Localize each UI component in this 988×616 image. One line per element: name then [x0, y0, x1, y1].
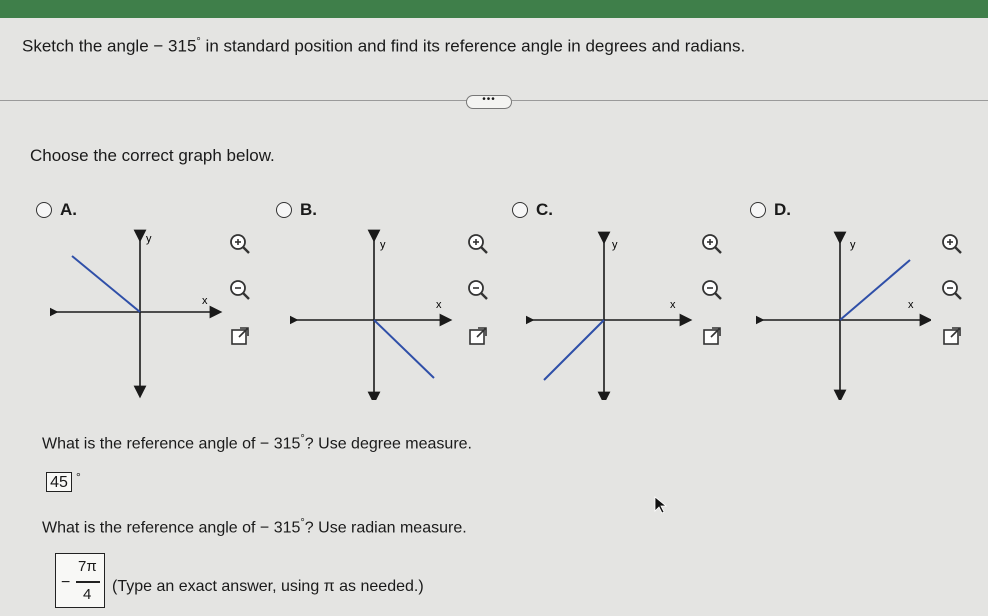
- answer-sign: −: [61, 574, 71, 591]
- radian-answer-field[interactable]: − 7π 4: [55, 553, 105, 608]
- option-c[interactable]: C.: [512, 200, 553, 220]
- popout-icon[interactable]: [940, 324, 964, 348]
- graph-c-tools: [700, 232, 724, 348]
- zoom-in-icon[interactable]: [228, 232, 252, 256]
- x-label: x: [670, 299, 676, 311]
- zoom-out-icon[interactable]: [228, 278, 252, 302]
- terminal-ray: [373, 319, 435, 379]
- radian-question: What is the reference angle of − 315°? U…: [42, 517, 467, 537]
- choose-prompt: Choose the correct graph below.: [30, 146, 275, 165]
- divider: [0, 100, 468, 101]
- answer-hint: (Type an exact answer, using π as needed…: [112, 578, 424, 595]
- question-prefix: Sketch the angle: [22, 36, 149, 56]
- y-label: y: [380, 239, 386, 251]
- y-label: y: [850, 239, 856, 251]
- degree-answer-field[interactable]: 45: [46, 472, 72, 492]
- option-b-label: B.: [300, 200, 317, 219]
- mouse-cursor-icon: [654, 496, 668, 514]
- graph-a-tools: [228, 232, 252, 348]
- answer-denominator: 4: [83, 586, 92, 603]
- divider: [512, 100, 988, 101]
- graph-c: y x: [526, 231, 693, 400]
- radio-a[interactable]: [36, 202, 52, 218]
- more-button[interactable]: •••: [466, 95, 512, 109]
- option-c-label: C.: [536, 200, 553, 219]
- popout-icon[interactable]: [466, 324, 490, 348]
- radio-b[interactable]: [276, 202, 292, 218]
- zoom-out-icon[interactable]: [700, 278, 724, 302]
- terminal-ray: [543, 319, 605, 381]
- zoom-out-icon[interactable]: [466, 278, 490, 302]
- degree-unit: °: [76, 470, 81, 484]
- option-a-label: A.: [60, 200, 77, 219]
- terminal-ray: [71, 255, 141, 313]
- graph-d: y x: [756, 231, 931, 400]
- zoom-in-icon[interactable]: [466, 232, 490, 256]
- radian-question-suffix: ? Use radian measure.: [304, 519, 467, 537]
- question-angle: − 315: [153, 36, 197, 56]
- degree-question-suffix: ? Use degree measure.: [304, 435, 472, 453]
- radian-question-angle: − 315: [259, 519, 301, 537]
- x-label: x: [202, 295, 208, 307]
- graph-b-tools: [466, 232, 490, 348]
- y-label: y: [146, 233, 152, 245]
- option-d[interactable]: D.: [750, 200, 791, 220]
- question-degree: °: [196, 36, 201, 48]
- radio-c[interactable]: [512, 202, 528, 218]
- answer-numerator: 7π: [78, 558, 97, 575]
- graph-d-tools: [940, 232, 964, 348]
- graph-a: y x: [50, 229, 223, 399]
- y-label: y: [612, 239, 618, 251]
- option-d-label: D.: [774, 200, 791, 219]
- popout-icon[interactable]: [700, 324, 724, 348]
- degree-question-prefix: What is the reference angle of: [42, 435, 256, 453]
- x-label: x: [436, 299, 442, 311]
- radian-question-prefix: What is the reference angle of: [42, 519, 256, 537]
- question-text: Sketch the angle − 315° in standard posi…: [22, 36, 745, 57]
- popout-icon[interactable]: [228, 324, 252, 348]
- option-a[interactable]: A.: [36, 200, 77, 220]
- x-label: x: [908, 299, 914, 311]
- terminal-ray: [839, 259, 911, 321]
- zoom-out-icon[interactable]: [940, 278, 964, 302]
- option-b[interactable]: B.: [276, 200, 317, 220]
- header-bar: [0, 0, 988, 18]
- fraction-bar: [76, 581, 100, 583]
- question-suffix: in standard position and find its refere…: [205, 36, 746, 56]
- radio-d[interactable]: [750, 202, 766, 218]
- graph-b: y x: [290, 229, 453, 400]
- degree-question: What is the reference angle of − 315°? U…: [42, 433, 472, 453]
- zoom-in-icon[interactable]: [940, 232, 964, 256]
- zoom-in-icon[interactable]: [700, 232, 724, 256]
- degree-question-angle: − 315: [259, 435, 301, 453]
